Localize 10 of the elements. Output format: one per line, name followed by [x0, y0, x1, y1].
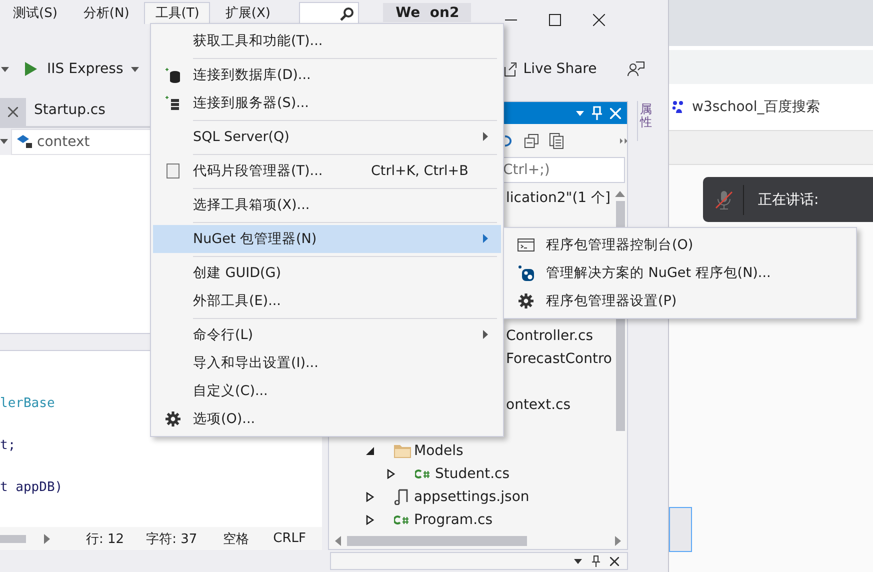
line-ending: CRLF [273, 531, 306, 546]
code-line: t appDB) [0, 479, 63, 497]
column-number: 字符: 37 [146, 530, 198, 548]
toast-text: 正在讲话: [758, 190, 819, 208]
window-title: We on2 [383, 3, 472, 22]
code-line: lerBase [0, 395, 55, 413]
line-number: 行: 12 [86, 530, 124, 548]
code-line: t; [0, 437, 16, 455]
indent-mode: 空格 [223, 530, 250, 548]
shortcut-text: Ctrl+K, Ctrl+B [371, 163, 470, 179]
